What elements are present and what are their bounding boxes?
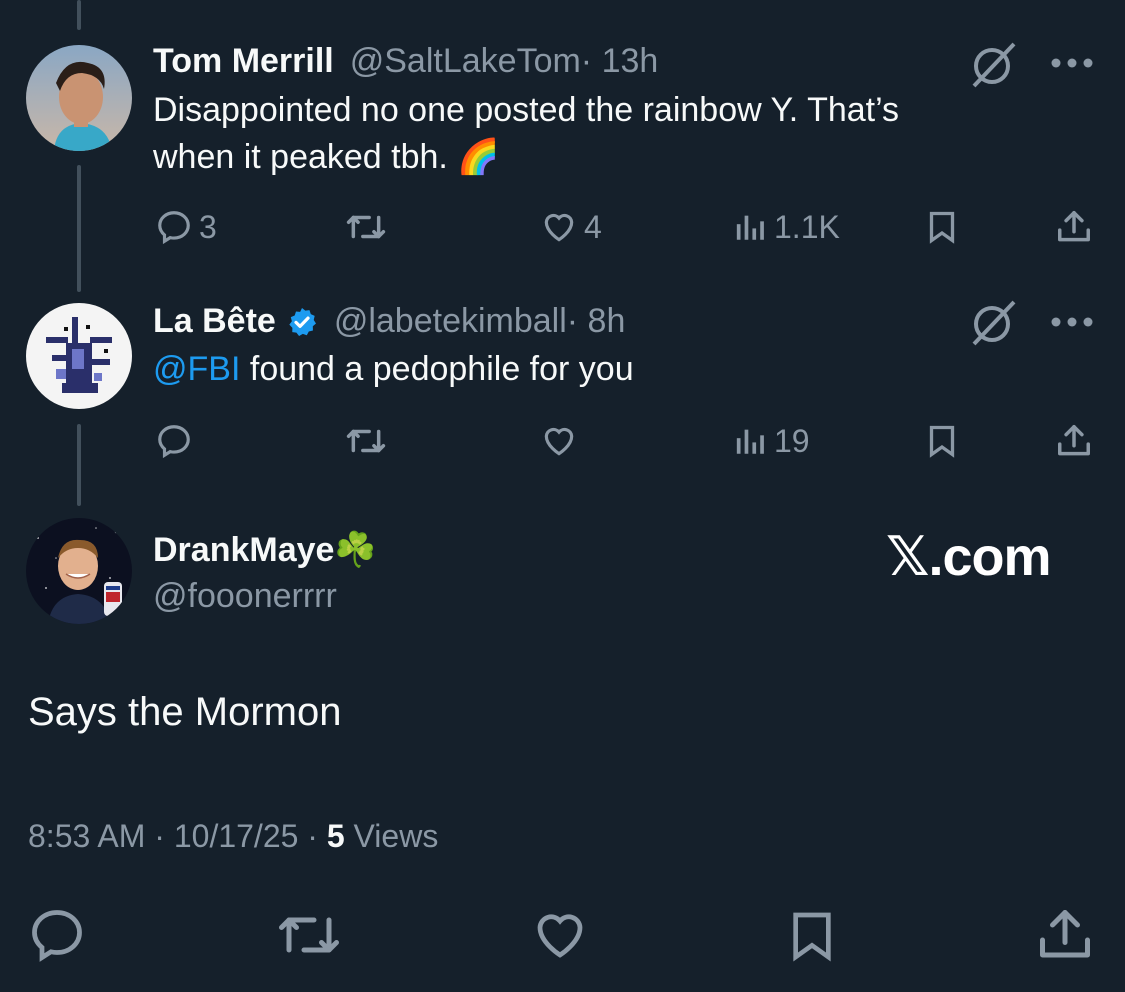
tweet2-retweet-button[interactable] [345,419,387,463]
main-views-label: Views [353,818,439,854]
tweet1-timestamp[interactable]: · 13h [581,42,659,81]
tweet2-text-body: found a pedophile for you [240,350,634,388]
tweet1-retweet-button[interactable] [345,205,387,249]
tweet1-share-button[interactable] [1055,205,1093,249]
main-retweet-button[interactable] [274,905,344,965]
grok-icon[interactable] [968,38,1020,90]
grok-icon[interactable] [968,296,1020,348]
main-tweet-header: DrankMaye☘️ [153,530,377,570]
meta-separator: · [307,818,327,854]
tweet2-mention-link[interactable]: @FBI [153,350,240,388]
tweet1-reply-count: 3 [199,208,217,245]
tweet1-views-button[interactable]: 1.1K [734,205,840,249]
thread-line-2 [77,424,81,506]
tweet2-view-count: 19 [774,422,810,459]
tweet2-views-button[interactable]: 19 [734,419,810,463]
tweet2-text: @FBI found a pedophile for you [153,346,634,393]
tweet2-like-button[interactable] [540,419,578,463]
tweet1-reply-button[interactable]: 3 [155,205,217,249]
main-author-name[interactable]: DrankMaye☘️ [153,530,377,570]
tweet1-like-button[interactable]: 4 [540,205,602,249]
main-author-handle[interactable]: @fooonerrrr [153,577,337,616]
tweet1-like-count: 4 [584,208,602,245]
retweet-icon [346,429,386,453]
verified-badge-icon [286,306,318,338]
bookmark-icon [793,912,831,962]
tweet1-text-line1: Disappointed no one posted the rainbow Y… [153,91,900,129]
main-like-button[interactable] [530,905,590,965]
share-icon [1058,211,1090,242]
tweet1-text: Disappointed no one posted the rainbow Y… [153,87,1033,181]
like-icon [544,213,574,242]
tweet1-view-count: 1.1K [774,208,840,245]
views-icon [736,215,764,240]
main-view-count: 5 [326,818,345,854]
tweet2-timestamp[interactable]: · 8h [567,302,626,341]
tweet2-author-handle[interactable]: @labetekimball [334,302,567,341]
main-reply-button[interactable] [27,905,87,965]
watermark-xcom: 𝕏.com [886,527,1052,587]
avatar-drankmaye[interactable] [26,518,132,624]
tweet2-header: La Bête @labetekimball · 8h [153,302,625,341]
main-tweet-text: Says the Mormon [28,690,342,734]
main-tweet-meta: 8:53 AM · 10/17/25 · 5 Views [28,818,438,855]
tweet1-author-name[interactable]: Tom Merrill [153,42,334,81]
views-icon [736,429,764,454]
tweet2-bookmark-button[interactable] [924,419,960,463]
retweet-icon [346,215,386,239]
tweet1-author-handle[interactable]: @SaltLakeTom [350,42,581,81]
avatar-la-bete[interactable] [26,303,132,409]
like-icon [544,427,574,456]
tweet1-bookmark-button[interactable] [924,205,960,249]
reply-icon [158,211,190,245]
thread-line-1 [77,165,81,292]
main-handle-row: @fooonerrrr [153,577,337,616]
reply-icon [158,425,190,459]
main-tweet-time[interactable]: 8:53 AM [28,818,145,854]
more-icon[interactable] [1050,56,1094,70]
main-tweet-date[interactable]: 10/17/25 [174,818,299,854]
bookmark-icon [929,211,955,244]
like-icon [537,914,583,958]
tweet1-header: Tom Merrill @SaltLakeTom · 13h [153,42,658,81]
share-icon [1058,425,1090,456]
more-icon[interactable] [1050,315,1094,329]
tweet2-reply-button[interactable] [155,419,193,463]
meta-separator: · [154,818,174,854]
tweet2-author-name[interactable]: La Bête [153,302,276,341]
avatar-tom-merrill[interactable] [26,45,132,151]
tweet2-share-button[interactable] [1055,419,1093,463]
share-icon [1040,910,1090,958]
retweet-icon [279,917,339,953]
bookmark-icon [929,425,955,458]
thread-line-top [77,0,81,30]
main-share-button[interactable] [1035,905,1095,965]
tweet1-text-line2: when it peaked tbh. 🌈 [153,138,500,176]
main-bookmark-button[interactable] [784,905,840,967]
reply-icon [32,910,82,962]
